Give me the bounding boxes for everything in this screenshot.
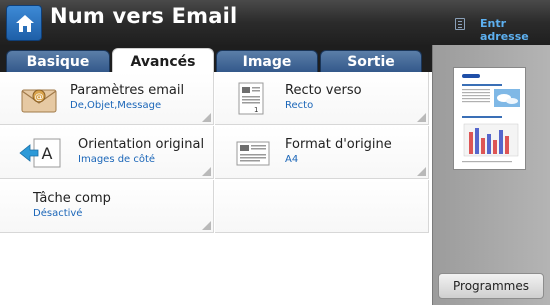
- orientation-arrow-icon: A: [19, 138, 61, 168]
- document-preview-image: [462, 74, 520, 163]
- setting-value: Images de côté: [78, 154, 156, 165]
- home-button[interactable]: [6, 5, 42, 41]
- tab-avances[interactable]: Avancés: [112, 48, 214, 74]
- settings-grid: @ Paramètres email De,Objet,Message 1 Re…: [0, 72, 432, 305]
- corner-indicator: [417, 167, 426, 176]
- svg-text:@: @: [35, 93, 44, 103]
- address-book-icon[interactable]: [455, 18, 465, 30]
- tab-basique[interactable]: Basique: [6, 50, 110, 74]
- tab-sortie[interactable]: Sortie: [320, 50, 422, 74]
- setting-original-size[interactable]: Format d'origine A4: [215, 126, 429, 179]
- setting-value: A4: [285, 154, 299, 165]
- svg-text:1: 1: [254, 106, 258, 114]
- page-title: Num vers Email: [50, 4, 238, 28]
- empty-cell: [215, 180, 429, 233]
- setting-orientation[interactable]: A Orientation original Images de côté: [0, 126, 214, 179]
- setting-label: Orientation original: [78, 137, 205, 152]
- setting-recto-verso[interactable]: 1 Recto verso Recto: [215, 72, 429, 125]
- header-bar: Num vers Email Entr adresse: [0, 0, 550, 45]
- home-icon: [16, 15, 34, 32]
- corner-indicator: [202, 167, 211, 176]
- setting-label: Recto verso: [285, 83, 362, 98]
- corner-indicator: [202, 221, 211, 230]
- corner-indicator: [417, 113, 426, 122]
- preview-panel: Programmes: [432, 45, 550, 305]
- setting-label: Tâche comp: [33, 191, 111, 206]
- setting-value: De,Objet,Message: [70, 100, 162, 111]
- setting-label: Paramètres email: [70, 83, 185, 98]
- enter-address-link[interactable]: Entr adresse: [480, 17, 550, 43]
- envelope-icon: @: [21, 89, 57, 113]
- setting-value: Recto: [285, 100, 314, 111]
- original-size-page-icon: [236, 141, 270, 166]
- document-preview-thumbnail[interactable]: [453, 67, 526, 170]
- programs-button[interactable]: Programmes: [438, 273, 544, 299]
- setting-build-job[interactable]: Tâche comp Désactivé: [0, 180, 214, 233]
- corner-indicator: [202, 113, 211, 122]
- tab-bar: Basique Avancés Image Sortie: [0, 45, 432, 74]
- svg-text:A: A: [42, 144, 53, 163]
- setting-value: Désactivé: [33, 208, 83, 219]
- setting-label: Format d'origine: [285, 137, 392, 152]
- single-sided-page-icon: 1: [238, 82, 264, 115]
- tab-image[interactable]: Image: [216, 50, 318, 74]
- setting-email-params[interactable]: @ Paramètres email De,Objet,Message: [0, 72, 214, 125]
